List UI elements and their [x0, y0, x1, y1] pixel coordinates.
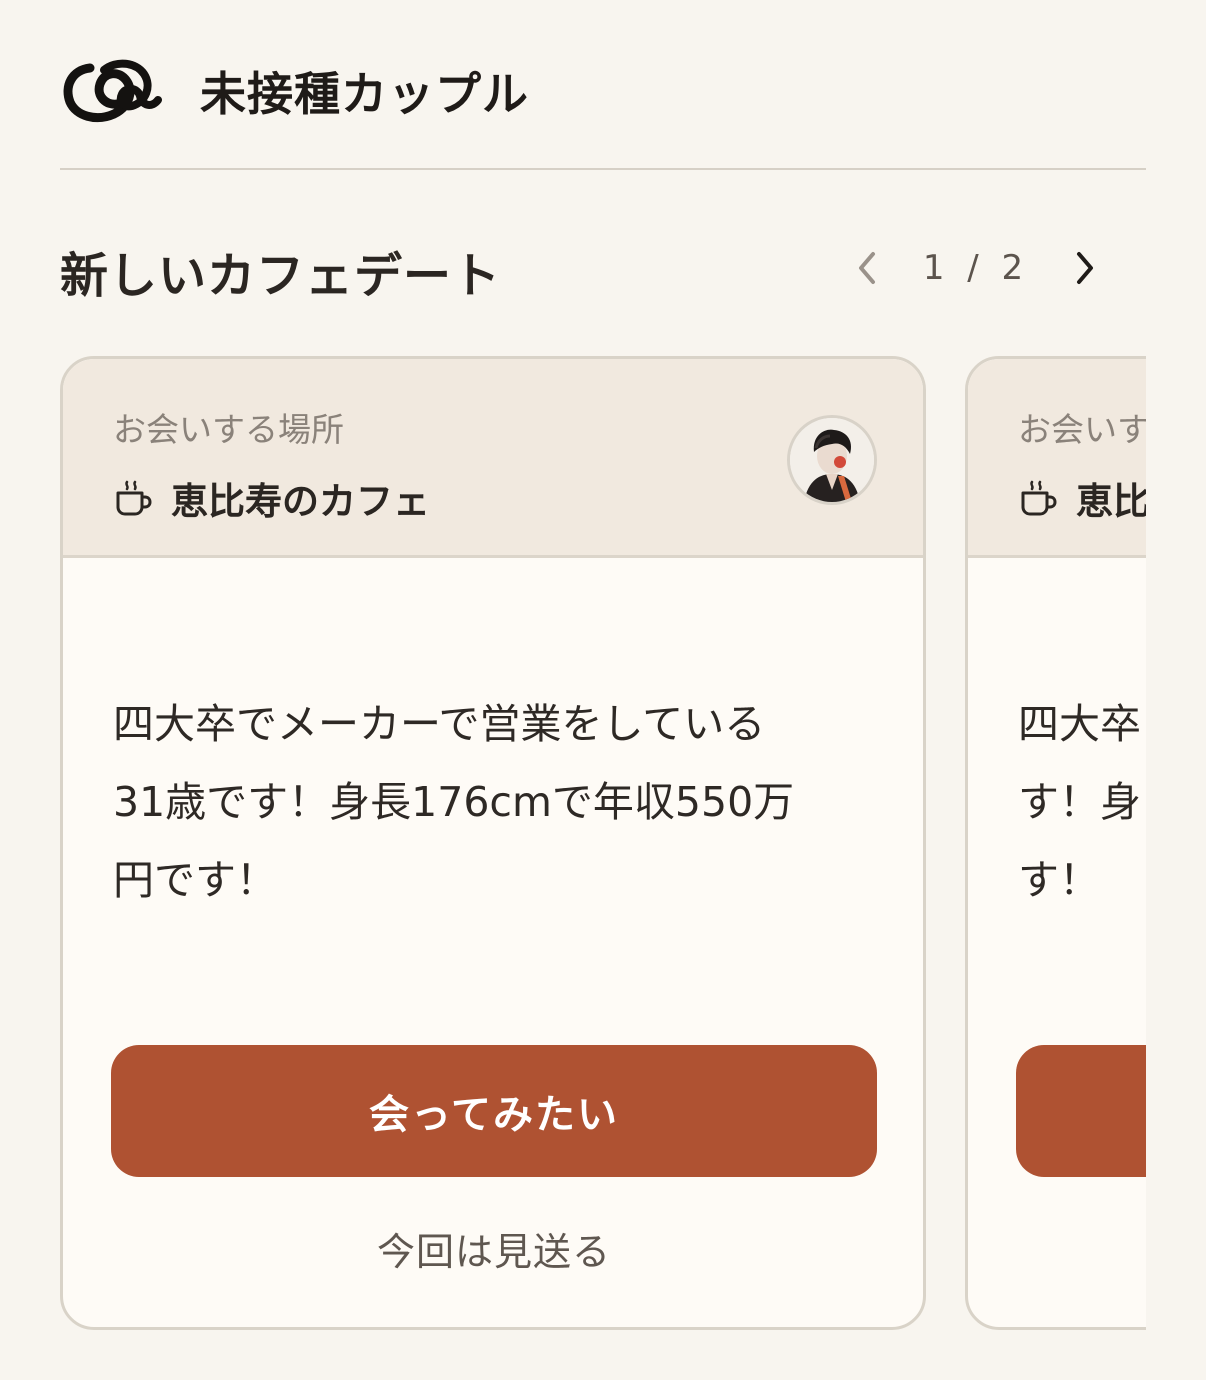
want-to-meet-button[interactable]: 会ってみたい [111, 1045, 877, 1177]
place-label: お会いす [1018, 410, 1146, 449]
skip-button[interactable]: 今回は見送る [111, 1221, 877, 1276]
page-indicator: 1 / 2 [922, 248, 1030, 288]
cafe-date-carousel[interactable]: お会いする場所 恵比寿のカフェ 四大卒でメーカーで営業をしている 31歳です！身… [60, 356, 1146, 1336]
cafe-date-card: お会いす 恵比 四大卒 す！身 す！ [965, 356, 1146, 1330]
app-title: 未接種カップル [200, 67, 529, 121]
next-page-button[interactable] [1062, 240, 1106, 296]
cafe-date-card: お会いする場所 恵比寿のカフェ 四大卒でメーカーで営業をしている 31歳です！身… [60, 356, 926, 1330]
place-row: 恵比 [1018, 471, 1146, 525]
header-divider [60, 168, 1146, 170]
chevron-left-icon [859, 252, 875, 284]
want-to-meet-button[interactable] [1016, 1045, 1146, 1177]
carousel-pager: 1 / 2 [846, 240, 1106, 296]
profile-message: 四大卒 す！身 す！ [1018, 700, 1141, 904]
place-label: お会いする場所 [113, 410, 344, 449]
interlocking-rings-logo-icon [63, 59, 162, 122]
app-header: 未接種カップル [60, 50, 529, 132]
place-row: 恵比寿のカフェ [113, 471, 430, 525]
chevron-right-icon [1077, 252, 1093, 284]
prev-page-button[interactable] [846, 240, 890, 296]
avatar[interactable] [787, 415, 877, 505]
place-name: 恵比寿のカフェ [171, 480, 430, 523]
coffee-cup-icon [1021, 480, 1057, 516]
coffee-cup-icon [116, 480, 152, 516]
profile-message: 四大卒でメーカーで営業をしている 31歳です！身長176cmで年収550万 円で… [113, 700, 795, 904]
card-header: お会いする場所 恵比寿のカフェ [63, 359, 923, 558]
profile-illustration-icon [790, 418, 874, 502]
app-root: 未接種カップル 新しいカフェデート 1 / 2 お会いする場所 恵比寿のカフェ … [0, 0, 1206, 1380]
section-title: 新しいカフェデート [60, 248, 502, 304]
place-name: 恵比 [1076, 480, 1146, 523]
card-header: お会いす 恵比 [968, 359, 1146, 558]
